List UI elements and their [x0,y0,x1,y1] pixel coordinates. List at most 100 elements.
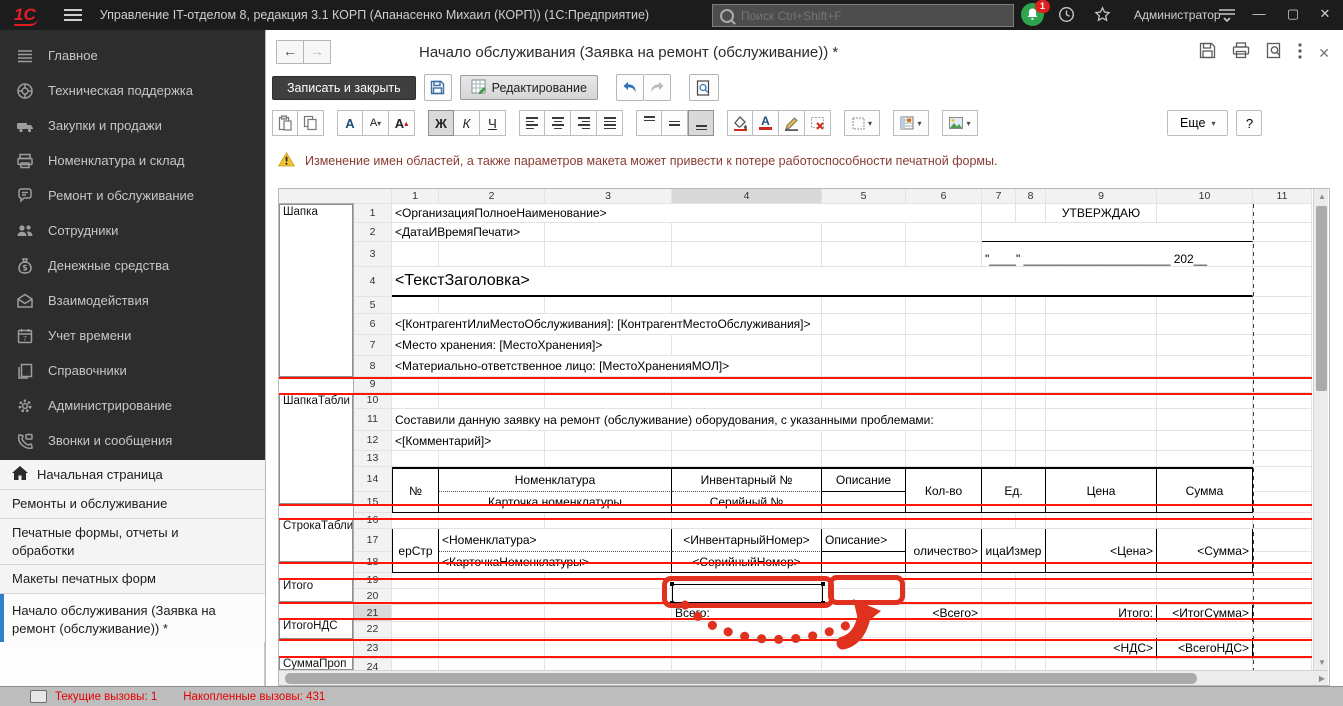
cell-date-line[interactable]: "____" ______________________ 202__ [982,242,1253,267]
close-window-button[interactable]: ✕ [1314,6,1336,22]
search-input[interactable] [739,8,1003,24]
sidebar-item-repair[interactable]: Ремонт и обслуживание [0,178,265,213]
undo-icon[interactable] [616,74,644,101]
cell-doc-title[interactable]: <ТекстЗаголовка> [392,267,1253,297]
cell-description[interactable]: Описание> [822,529,906,552]
tab-service-start-layout[interactable]: Начало обслуживания (Заявка на ремонт (о… [0,594,265,646]
sidebar-item-references[interactable]: Справочники [0,353,265,388]
scroll-up-icon[interactable]: ▲ [1318,192,1326,201]
cell-org-name[interactable]: <ОрганизацияПолноеНаименование> [392,204,982,223]
grid-corner[interactable] [354,189,392,204]
align-justify-icon[interactable] [597,110,623,136]
sidebar-item-staff[interactable]: Сотрудники [0,213,265,248]
cell-sum[interactable]: <Сумма> [1157,529,1253,573]
horizontal-scrollbar-thumb[interactable] [285,673,1197,684]
paste-icon[interactable] [272,110,298,136]
vertical-scrollbar-thumb[interactable] [1316,206,1327,391]
sidebar-item-calls[interactable]: Звонки и сообщения [0,423,265,458]
bold-button[interactable]: Ж [428,110,454,136]
global-search[interactable] [712,4,1014,27]
grid-corner-cell[interactable] [279,189,354,204]
tab-print-forms[interactable]: Печатные формы, отчеты и обработки [0,519,265,565]
calls-monitor-icon[interactable] [30,690,47,703]
preview-icon[interactable] [1266,42,1282,64]
maximize-button[interactable]: ▢ [1282,6,1304,22]
more-actions-button[interactable]: Еще▾ [1167,110,1228,136]
cell-unit[interactable]: ицаИзмер [982,529,1046,573]
header-cell-inventory[interactable]: Инвентарный № [672,467,822,492]
copy-icon[interactable] [298,110,324,136]
sidebar-item-main[interactable]: Главное [0,38,265,73]
cell-nomenclature[interactable]: <Номенклатура> [439,529,672,552]
favorites-star-icon[interactable] [1094,6,1111,28]
named-areas-column[interactable]: Шапка ШапкаТабли СтрокаТабли Итого Итого… [279,189,354,670]
cell-quantity[interactable]: оличество> [906,529,982,573]
header-cell-no[interactable]: № [392,467,439,513]
picture-dropdown[interactable]: ▾ [942,110,978,136]
header-cell-sum[interactable]: Сумма [1157,467,1253,513]
vertical-scrollbar[interactable]: ▲ ▼ [1313,189,1328,670]
area-label-itogo-nds[interactable]: ИтогоНДС [283,620,338,632]
named-areas-dropdown[interactable]: ▾ [893,110,929,136]
borders-dropdown[interactable]: ▾ [844,110,880,136]
area-label-stroka-tablicy[interactable]: СтрокаТабли [283,520,353,532]
tab-print-layouts[interactable]: Макеты печатных форм [0,565,265,594]
edit-mode-toggle[interactable]: Редактирование [460,75,598,100]
back-button[interactable]: ← [276,40,304,64]
cell-row-number[interactable]: ерСтр [392,529,439,573]
area-label-itogo[interactable]: Итого [283,580,313,592]
header-cell-card[interactable]: Карточка номенклатуры [439,492,672,513]
spreadsheet-grid-area[interactable]: Шапка ШапкаТабли СтрокаТабли Итого Итого… [279,189,1312,670]
clear-format-icon[interactable] [805,110,831,136]
cell-contragent[interactable]: <[КонтрагентИлиМестоОбслуживания]: [Конт… [392,314,822,335]
sidebar-item-warehouse[interactable]: Номенклатура и склад [0,143,265,178]
save-icon[interactable] [1199,42,1216,64]
align-left-icon[interactable] [519,110,545,136]
cell-approve[interactable]: УТВЕРЖДАЮ [1046,204,1157,223]
header-cell-qty[interactable]: Кол-во [906,467,982,513]
sidebar-item-support[interactable]: Техническая поддержка [0,73,265,108]
font-button[interactable]: А [337,110,363,136]
scroll-right-icon[interactable]: ▶ [1319,674,1325,683]
italic-button[interactable]: К [454,110,480,136]
area-label-shapka-tablicy[interactable]: ШапкаТабли [283,395,350,407]
align-center-icon[interactable] [545,110,571,136]
cell-mol[interactable]: <Материально-ответственное лицо: [МестоХ… [392,356,822,377]
tab-home-page[interactable]: Начальная страница [0,460,265,490]
scroll-down-icon[interactable]: ▼ [1318,658,1326,667]
valign-middle-icon[interactable] [662,110,688,136]
valign-top-icon[interactable] [636,110,662,136]
history-icon[interactable] [1058,6,1075,28]
sidebar-item-money[interactable]: Денежные средства [0,248,265,283]
border-pencil-icon[interactable] [779,110,805,136]
area-label-shapka[interactable]: Шапка [283,206,318,218]
tab-repairs[interactable]: Ремонты и обслуживание [0,490,265,519]
print-preview-button[interactable] [689,74,719,101]
header-cell-description[interactable]: Описание [822,467,906,492]
cell-price[interactable]: <Цена> [1046,529,1157,573]
sidebar-item-interactions[interactable]: Взаимодействия [0,283,265,318]
cell-inventory-number[interactable]: <ИнвентарныйНомер> [672,529,822,552]
header-cell-price[interactable]: Цена [1046,467,1157,513]
horizontal-scrollbar[interactable]: ▶ [279,670,1328,685]
redo-icon[interactable] [644,74,671,101]
forward-button[interactable]: → [304,40,331,64]
header-cell-unit[interactable]: Ед. [982,467,1046,513]
area-label-summa-propisyu[interactable]: СуммаПроп [283,658,346,670]
font-size-increase-icon[interactable]: А▴ [389,110,415,136]
cell-compose-text[interactable]: Составили данную заявку на ремонт (обслу… [392,409,982,431]
help-button[interactable]: ? [1236,110,1262,136]
sidebar-item-purchases[interactable]: Закупки и продажи [0,108,265,143]
current-user[interactable]: Администратор [1134,8,1221,22]
cell-storage[interactable]: <Место хранения: [МестоХранения]> [392,335,672,356]
header-cell-serial[interactable]: Серийный № [672,492,822,513]
valign-bottom-icon[interactable] [688,110,714,136]
save-button[interactable] [424,74,452,101]
sidebar-item-administration[interactable]: Администрирование [0,388,265,423]
settings-icon[interactable] [1218,8,1236,27]
align-right-icon[interactable] [571,110,597,136]
sidebar-item-timesheet[interactable]: 7 Учет времени [0,318,265,353]
save-and-close-button[interactable]: Записать и закрыть [272,76,416,100]
more-dots-icon[interactable] [1298,43,1302,64]
print-icon[interactable] [1232,42,1250,64]
